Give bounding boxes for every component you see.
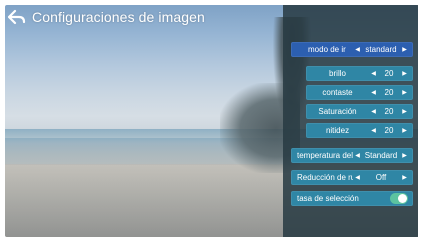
setting-sharpness-label: nitidez: [325, 126, 350, 135]
chevron-right-icon[interactable]: ▶: [400, 46, 409, 53]
toggle-knob: [398, 194, 407, 203]
setting-mode-value: standard: [365, 45, 397, 54]
chevron-left-icon[interactable]: ◀: [369, 70, 378, 77]
setting-saturation-value: 20: [384, 107, 394, 116]
setting-color-temp-label: temperatura del: [297, 151, 353, 160]
selection-rate-toggle[interactable]: [390, 193, 408, 204]
setting-sharpness-value: 20: [384, 126, 394, 135]
setting-brightness-label: brillo: [329, 69, 346, 78]
setting-contrast-label: contaste: [322, 88, 353, 97]
chevron-right-icon[interactable]: ▶: [400, 70, 409, 77]
chevron-right-icon[interactable]: ▶: [400, 174, 409, 181]
setting-color-temp[interactable]: temperatura del ◀ Standard ▶: [291, 148, 413, 163]
header: Configuraciones de imagen: [8, 9, 205, 25]
settings-panel: modo de ir ◀ standard ▶ brillo ◀ 20 ▶ co…: [283, 5, 418, 237]
setting-contrast[interactable]: contaste ◀ 20 ▶: [306, 85, 413, 100]
page-title: Configuraciones de imagen: [32, 9, 205, 25]
setting-selection-rate[interactable]: tasa de selección: [291, 191, 413, 206]
chevron-left-icon[interactable]: ◀: [353, 174, 362, 181]
chevron-right-icon[interactable]: ▶: [400, 108, 409, 115]
setting-color-temp-value: Standard: [364, 151, 398, 160]
back-arrow-icon[interactable]: [8, 9, 26, 25]
chevron-left-icon[interactable]: ◀: [369, 108, 378, 115]
setting-noise-reduction[interactable]: Reducción de ru ◀ Off ▶: [291, 170, 413, 185]
chevron-left-icon[interactable]: ◀: [353, 46, 362, 53]
setting-contrast-value: 20: [384, 88, 394, 97]
chevron-left-icon[interactable]: ◀: [369, 127, 378, 134]
chevron-right-icon[interactable]: ▶: [400, 152, 409, 159]
setting-saturation[interactable]: Saturación ◀ 20 ▶: [306, 104, 413, 119]
chevron-right-icon[interactable]: ▶: [400, 89, 409, 96]
setting-selection-rate-label: tasa de selección: [297, 194, 359, 203]
setting-sharpness[interactable]: nitidez ◀ 20 ▶: [306, 123, 413, 138]
setting-noise-reduction-value: Off: [375, 173, 387, 182]
setting-saturation-label: Saturación: [318, 107, 357, 116]
setting-mode[interactable]: modo de ir ◀ standard ▶: [291, 42, 413, 57]
setting-noise-reduction-label: Reducción de ru: [297, 173, 353, 182]
setting-mode-label: modo de ir: [308, 45, 346, 54]
chevron-right-icon[interactable]: ▶: [400, 127, 409, 134]
chevron-left-icon[interactable]: ◀: [353, 152, 362, 159]
setting-brightness-value: 20: [384, 69, 394, 78]
setting-brightness[interactable]: brillo ◀ 20 ▶: [306, 66, 413, 81]
chevron-left-icon[interactable]: ◀: [369, 89, 378, 96]
